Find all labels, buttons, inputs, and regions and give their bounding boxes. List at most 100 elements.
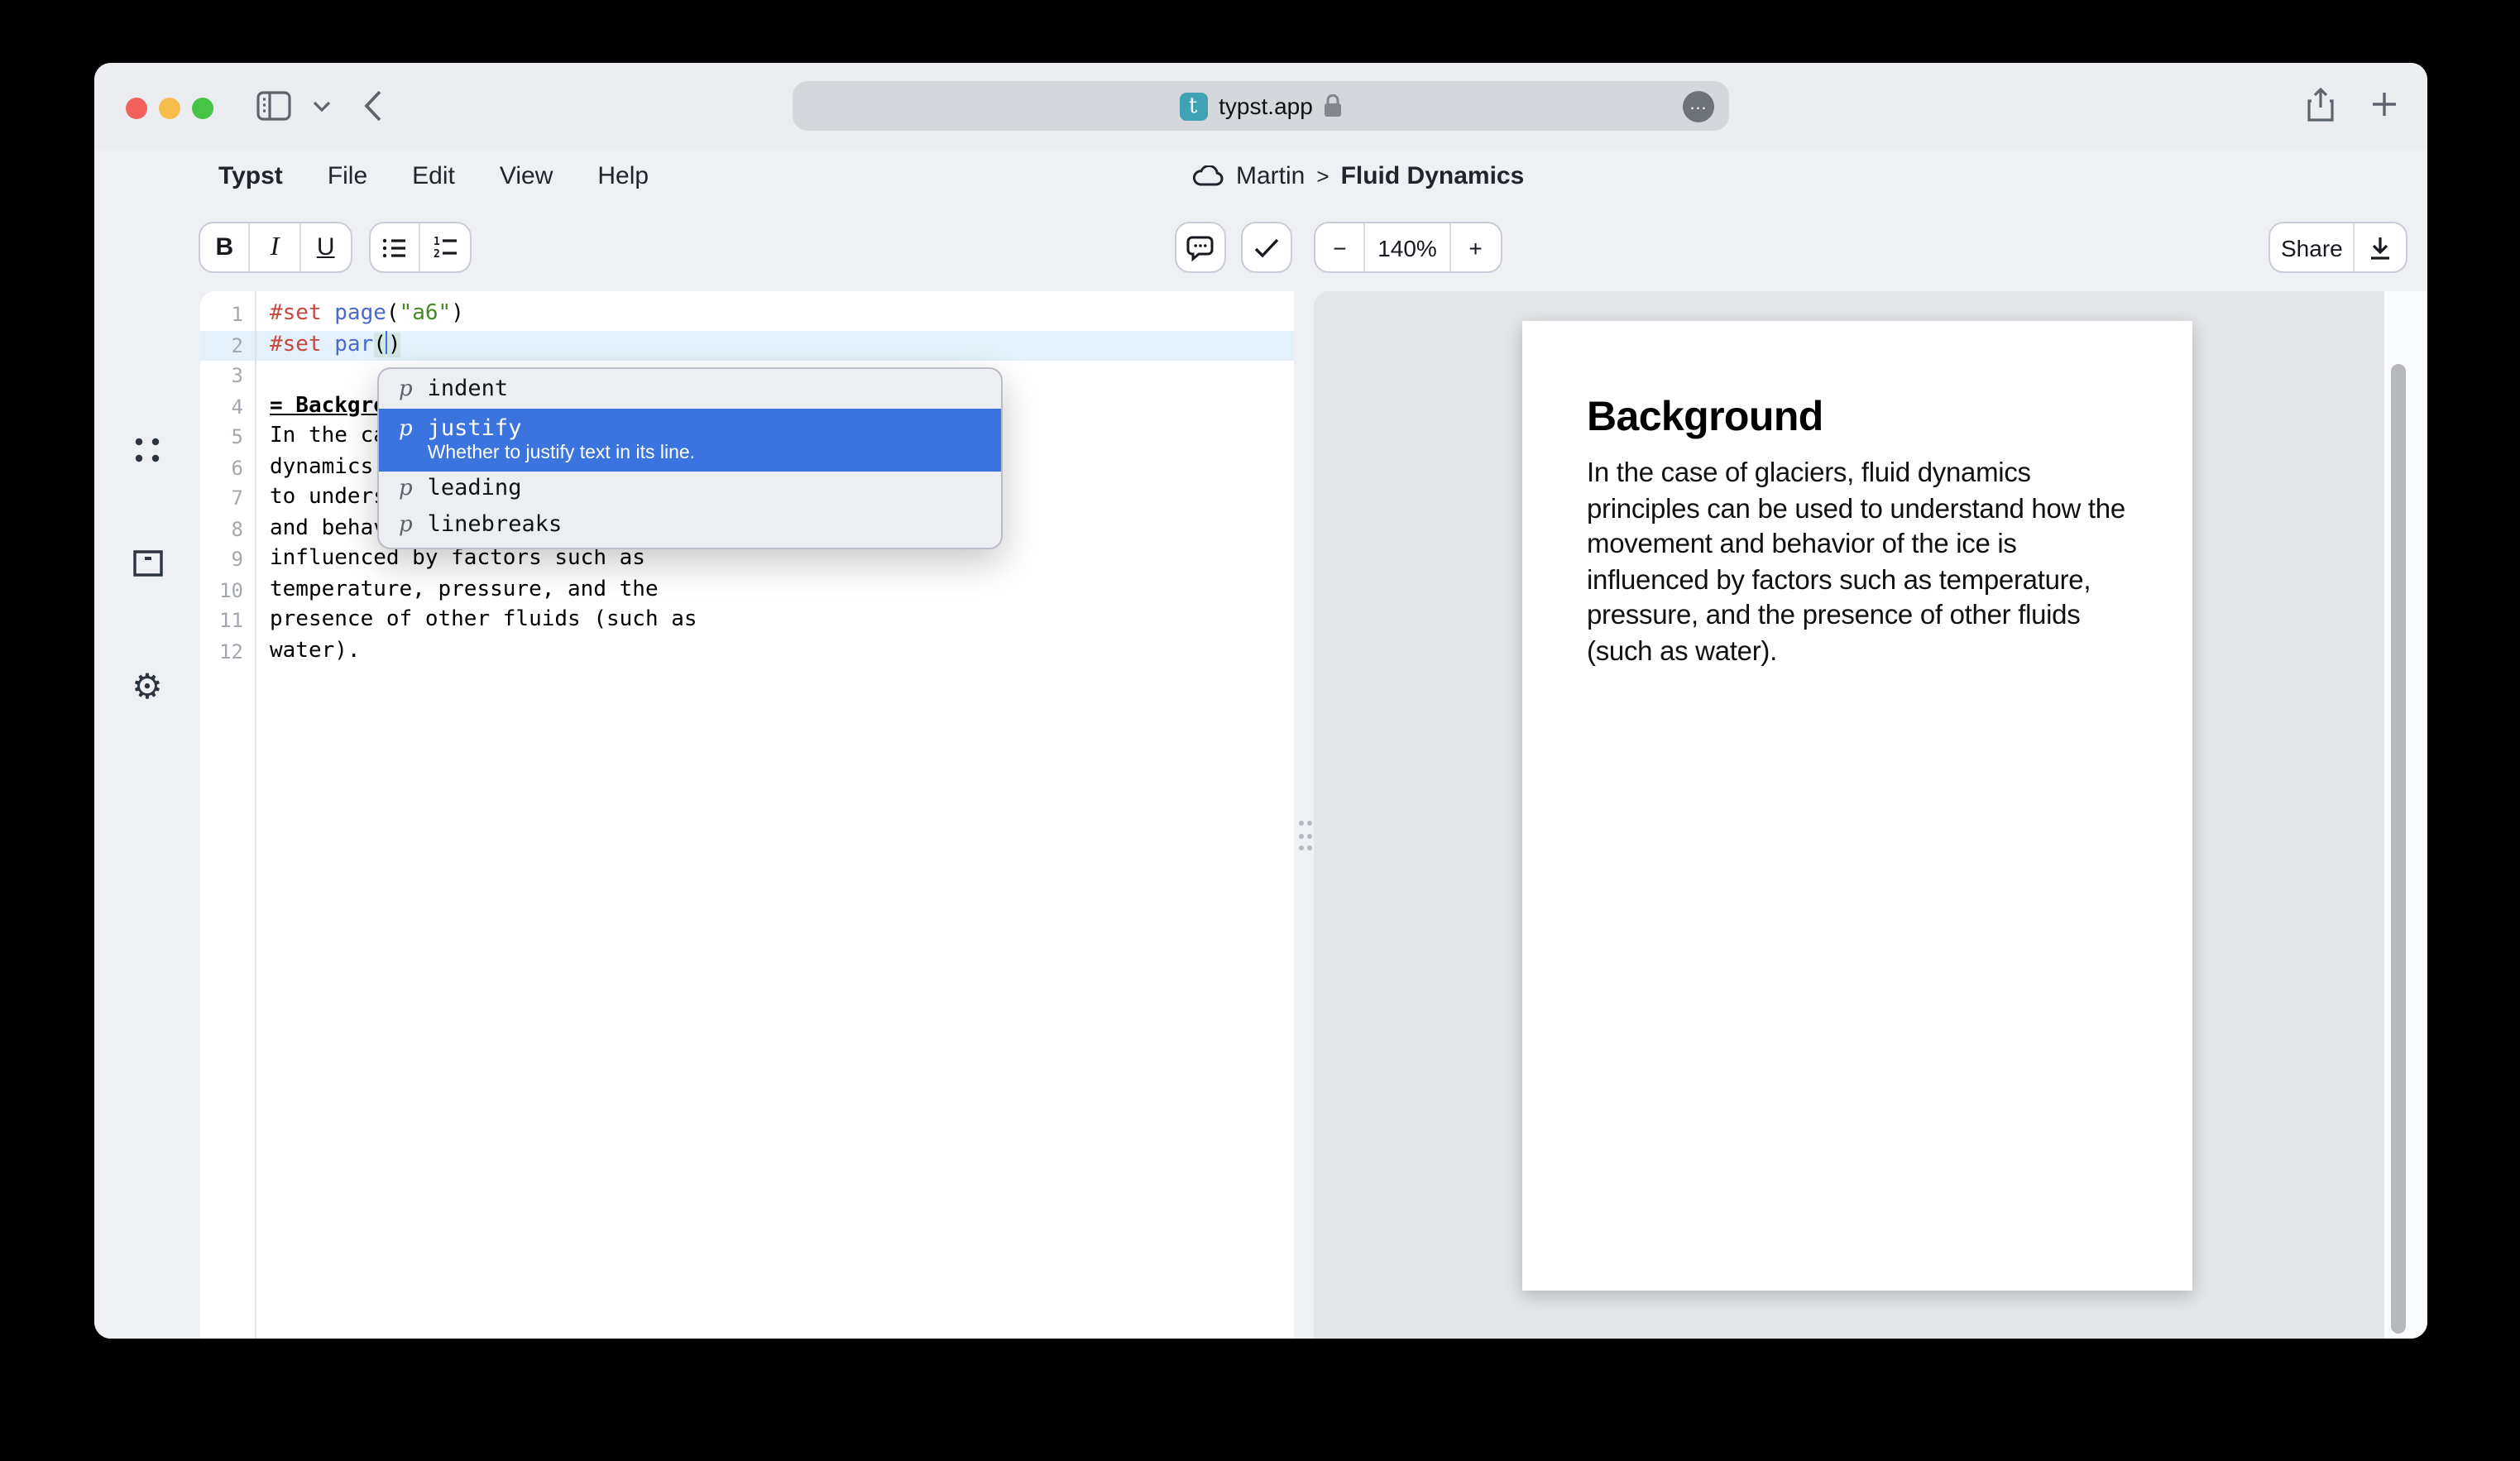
breadcrumb-workspace[interactable]: Martin: [1236, 162, 1305, 190]
code-segment: [322, 332, 335, 357]
list-style-group: 1 2: [369, 222, 472, 273]
browser-toolbar: t typst.app …: [94, 63, 2427, 149]
italic-button[interactable]: I: [251, 223, 301, 271]
code-segment: "a6": [400, 301, 452, 326]
code-line[interactable]: #set par(): [256, 330, 1294, 361]
menu-item-help[interactable]: Help: [597, 162, 649, 190]
zoom-in-button[interactable]: +: [1450, 223, 1501, 271]
comments-button[interactable]: [1175, 222, 1226, 273]
share-group: Share: [2268, 222, 2407, 273]
autocomplete-description: Whether to justify text in its line.: [428, 443, 695, 463]
line-number: 3: [200, 361, 255, 391]
preview-heading: Background: [1587, 394, 2130, 442]
numbered-list-button[interactable]: 1 2: [420, 223, 470, 271]
line-number: 8: [200, 514, 255, 544]
autocomplete-label: linebreaks: [428, 511, 563, 538]
text-style-group: B I U: [199, 222, 352, 273]
sidebar-toggle-icon[interactable]: [256, 91, 291, 121]
svg-text:2: 2: [433, 248, 439, 258]
bold-button[interactable]: B: [200, 223, 251, 271]
editor-gutter: 123456789101112: [200, 291, 256, 1339]
param-type-icon: p: [399, 377, 413, 402]
preview-scrollbar-thumb[interactable]: [2391, 364, 2406, 1334]
autocomplete-item-indent[interactable]: pindent: [379, 372, 1001, 409]
spellcheck-button[interactable]: [1241, 222, 1292, 273]
app-menubar: Typst File Edit View Help: [218, 162, 649, 190]
lock-icon: [1325, 94, 1343, 117]
line-number: 6: [200, 453, 255, 483]
minimize-window-button[interactable]: [159, 97, 180, 118]
code-line[interactable]: #set page("a6"): [256, 299, 1294, 330]
share-button[interactable]: Share: [2270, 223, 2355, 271]
zoom-out-button[interactable]: −: [1315, 223, 1366, 271]
preview-text-line: (such as water).: [1587, 635, 2130, 670]
line-number: 10: [200, 575, 255, 606]
zoom-control-group: − 140% +: [1314, 222, 1502, 273]
preview-scrollbar-track[interactable]: [2384, 291, 2427, 1339]
code-segment: [322, 301, 335, 326]
code-segment: #set: [270, 332, 322, 357]
autocomplete-item-justify[interactable]: pjustifyWhether to justify text in its l…: [379, 409, 1001, 472]
preview-text-line: influenced by factors such as temperatur…: [1587, 563, 2130, 599]
param-type-icon: p: [399, 477, 413, 501]
address-url: typst.app: [1219, 93, 1313, 119]
preview-page: Background In the case of glaciers, flui…: [1522, 321, 2192, 1291]
autocomplete-item-leading[interactable]: p leading: [379, 472, 1001, 508]
svg-text:1: 1: [433, 237, 439, 248]
underline-button[interactable]: U: [300, 223, 351, 271]
code-line[interactable]: water).: [256, 636, 1294, 667]
param-type-icon: p: [399, 417, 413, 442]
menu-item-view[interactable]: View: [500, 162, 553, 190]
code-segment: par: [334, 332, 373, 357]
share-page-icon[interactable]: [2307, 88, 2335, 122]
close-window-button[interactable]: [126, 97, 147, 118]
pane-divider[interactable]: [1294, 291, 1314, 1339]
preview-pane: Background In the case of glaciers, flui…: [1314, 291, 2384, 1339]
code-segment: influenced by factors such as: [270, 546, 645, 571]
code-line[interactable]: temperature, pressure, and the: [256, 575, 1294, 606]
browser-window: t typst.app …: [94, 63, 2427, 1339]
menu-item-typst[interactable]: Typst: [218, 162, 283, 190]
chevron-down-icon[interactable]: [313, 101, 331, 113]
address-bar[interactable]: t typst.app …: [793, 81, 1729, 131]
param-type-icon: p: [399, 513, 413, 538]
breadcrumb: Martin > Fluid Dynamics: [1193, 162, 1524, 190]
new-tab-icon[interactable]: [2371, 91, 2398, 117]
checkmark-icon: [1254, 237, 1279, 257]
screen: t typst.app …: [0, 0, 2520, 1461]
line-number: 9: [200, 544, 255, 575]
code-line[interactable]: presence of other fluids (such as: [256, 606, 1294, 636]
page-settings-icon[interactable]: …: [1683, 91, 1714, 122]
line-number: 11: [200, 606, 255, 636]
autocomplete-item-linebreaks[interactable]: p linebreaks: [379, 508, 1001, 544]
back-icon[interactable]: [364, 89, 382, 122]
code-segment: (: [373, 332, 386, 357]
preview-paragraph: In the case of glaciers, fluid dynamicsp…: [1587, 457, 2130, 670]
autocomplete-popup: pindentpjustifyWhether to justify text i…: [377, 367, 1003, 549]
bullet-list-button[interactable]: [371, 223, 420, 271]
line-number: 5: [200, 422, 255, 453]
pane-drag-handle[interactable]: [1298, 821, 1311, 854]
zoom-level[interactable]: 140%: [1366, 223, 1450, 271]
autocomplete-label: leading: [428, 475, 522, 501]
settings-gear-icon[interactable]: ⚙: [94, 667, 200, 708]
files-panel-icon[interactable]: [94, 549, 200, 577]
code-segment: water).: [270, 638, 361, 663]
preview-text-line: pressure, and the presence of other flui…: [1587, 599, 2130, 635]
menu-item-edit[interactable]: Edit: [412, 162, 455, 190]
grid-menu-icon[interactable]: [94, 437, 200, 463]
download-icon: [2369, 236, 2391, 259]
code-segment: ): [451, 301, 464, 326]
fullscreen-window-button[interactable]: [192, 97, 213, 118]
code-segment: presence of other fluids (such as: [270, 607, 697, 632]
left-sidebar: ⚙ ? typst: [94, 291, 200, 1339]
breadcrumb-document-title: Fluid Dynamics: [1341, 162, 1525, 190]
download-button[interactable]: [2355, 223, 2406, 271]
breadcrumb-separator: >: [1316, 164, 1329, 189]
line-number: 12: [200, 636, 255, 667]
autocomplete-label: indent: [428, 376, 509, 402]
menu-item-file[interactable]: File: [328, 162, 367, 190]
code-segment: (: [386, 301, 400, 326]
line-number: 7: [200, 483, 255, 514]
typst-favicon: t: [1179, 92, 1207, 120]
